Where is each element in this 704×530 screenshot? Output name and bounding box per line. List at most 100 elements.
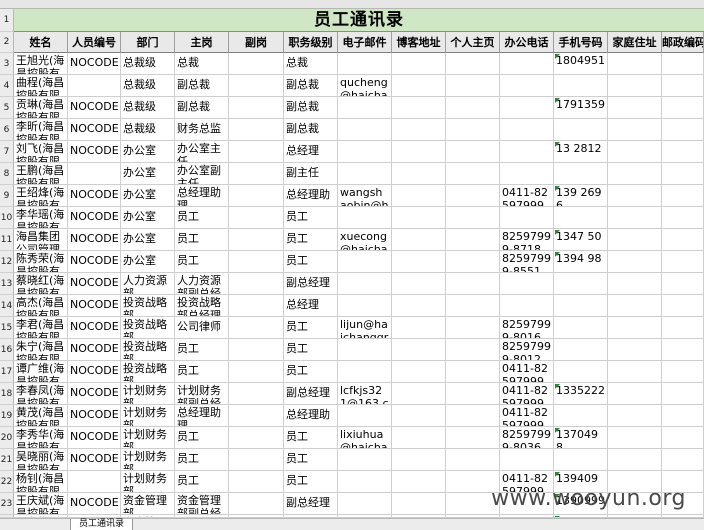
table-cell[interactable]: 李君(海昌控股有限	[14, 317, 68, 339]
table-cell[interactable]	[446, 383, 500, 405]
table-cell[interactable]	[338, 405, 392, 427]
table-cell[interactable]	[662, 97, 704, 119]
row-number-4[interactable]: 4	[0, 75, 14, 97]
table-cell[interactable]	[229, 229, 284, 251]
table-cell[interactable]	[662, 185, 704, 207]
table-cell[interactable]	[229, 317, 284, 339]
table-cell[interactable]: 王旭光(海昌控股有	[14, 53, 68, 75]
table-cell[interactable]: 总经理	[284, 141, 338, 163]
table-cell[interactable]: NOCODE	[68, 273, 121, 295]
table-cell[interactable]	[608, 119, 662, 141]
table-cell[interactable]: 员工	[284, 361, 338, 383]
column-header-13[interactable]: 邮政编码	[662, 32, 704, 53]
table-cell[interactable]	[229, 273, 284, 295]
table-cell[interactable]	[338, 119, 392, 141]
table-cell[interactable]: 员工	[175, 427, 229, 449]
table-cell[interactable]: NOCODE	[68, 339, 121, 361]
table-cell[interactable]	[446, 207, 500, 229]
row-number-18[interactable]: 18	[0, 383, 14, 405]
table-cell[interactable]	[229, 383, 284, 405]
table-cell[interactable]: 海昌集团公司管理	[14, 229, 68, 251]
table-cell[interactable]: 总经理助理	[175, 185, 229, 207]
table-cell[interactable]	[338, 339, 392, 361]
table-cell[interactable]: 高杰(海昌控股有限	[14, 295, 68, 317]
table-cell[interactable]: 1394 98	[554, 251, 608, 273]
column-header-12[interactable]: 家庭住址	[608, 32, 662, 53]
table-cell[interactable]: NOCODE	[68, 383, 121, 405]
table-cell[interactable]: NOCODE	[68, 295, 121, 317]
table-cell[interactable]	[229, 493, 284, 515]
table-cell[interactable]	[500, 449, 554, 471]
table-cell[interactable]: NOCODE	[68, 493, 121, 515]
table-cell[interactable]: 82597999-8012	[500, 339, 554, 361]
table-cell[interactable]	[554, 361, 608, 383]
table-cell[interactable]: 1347 50	[554, 229, 608, 251]
table-cell[interactable]: 办公室	[121, 185, 175, 207]
table-cell[interactable]	[662, 383, 704, 405]
table-cell[interactable]	[608, 361, 662, 383]
table-cell[interactable]	[608, 339, 662, 361]
row-number-9[interactable]: 9	[0, 185, 14, 207]
table-cell[interactable]	[446, 185, 500, 207]
table-cell[interactable]: 员工	[284, 229, 338, 251]
table-cell[interactable]	[338, 361, 392, 383]
table-cell[interactable]: 总裁级	[121, 53, 175, 75]
row-number-7[interactable]: 7	[0, 141, 14, 163]
table-cell[interactable]	[662, 295, 704, 317]
table-cell[interactable]: 人力资源部副总经	[175, 273, 229, 295]
column-header-5[interactable]: 副岗	[229, 32, 284, 53]
table-cell[interactable]: 总裁级	[121, 75, 175, 97]
table-cell[interactable]: 总裁	[175, 53, 229, 75]
table-cell[interactable]	[229, 471, 284, 493]
table-cell[interactable]	[229, 295, 284, 317]
table-cell[interactable]: 员工	[284, 207, 338, 229]
table-cell[interactable]	[500, 53, 554, 75]
table-cell[interactable]	[662, 141, 704, 163]
table-cell[interactable]	[554, 405, 608, 427]
table-cell[interactable]	[662, 119, 704, 141]
table-cell[interactable]	[662, 273, 704, 295]
column-header-11[interactable]: 手机号码	[554, 32, 608, 53]
table-cell[interactable]: 82597999-8551	[500, 251, 554, 273]
table-cell[interactable]	[229, 163, 284, 185]
table-cell[interactable]: 副总裁	[175, 75, 229, 97]
table-cell[interactable]	[500, 75, 554, 97]
table-cell[interactable]: NOCODE	[68, 119, 121, 141]
row-number-11[interactable]: 11	[0, 229, 14, 251]
table-cell[interactable]	[554, 273, 608, 295]
table-cell[interactable]	[229, 251, 284, 273]
table-cell[interactable]	[338, 207, 392, 229]
table-cell[interactable]: 副总裁	[284, 75, 338, 97]
table-cell[interactable]	[392, 427, 446, 449]
table-cell[interactable]: 总经理助理	[175, 405, 229, 427]
table-cell[interactable]: lijun@haichanggrou	[338, 317, 392, 339]
row-number-2[interactable]: 2	[0, 32, 14, 53]
column-header-6[interactable]: 职务级别	[284, 32, 338, 53]
table-cell[interactable]	[392, 405, 446, 427]
table-cell[interactable]: 刘飞(海昌控股有限	[14, 141, 68, 163]
table-cell[interactable]	[500, 295, 554, 317]
table-cell[interactable]: 0411-82597999	[500, 405, 554, 427]
table-cell[interactable]: 谭广维(海昌控股有	[14, 361, 68, 383]
table-cell[interactable]	[392, 229, 446, 251]
table-cell[interactable]: 蔡晓红(海昌控股有	[14, 273, 68, 295]
table-cell[interactable]	[392, 75, 446, 97]
table-cell[interactable]: 员工	[175, 229, 229, 251]
table-cell[interactable]: 投资战略部	[121, 295, 175, 317]
table-cell[interactable]: xuecong@haichan	[338, 229, 392, 251]
table-cell[interactable]: 李春凤(海昌控股有	[14, 383, 68, 405]
row-number-3[interactable]: 3	[0, 53, 14, 75]
table-cell[interactable]: 82597999-8016	[500, 317, 554, 339]
table-cell[interactable]	[554, 449, 608, 471]
row-number-8[interactable]: 8	[0, 163, 14, 185]
table-cell[interactable]	[446, 251, 500, 273]
column-header-4[interactable]: 主岗	[175, 32, 229, 53]
table-cell[interactable]: 0411-82597999	[500, 185, 554, 207]
table-cell[interactable]	[608, 273, 662, 295]
table-cell[interactable]	[608, 207, 662, 229]
table-cell[interactable]: 王庆斌(海昌控股有	[14, 493, 68, 515]
table-cell[interactable]	[608, 317, 662, 339]
table-cell[interactable]: NOCODE	[68, 53, 121, 75]
table-cell[interactable]: 投资战略部	[121, 317, 175, 339]
table-cell[interactable]: 公司律师	[175, 317, 229, 339]
